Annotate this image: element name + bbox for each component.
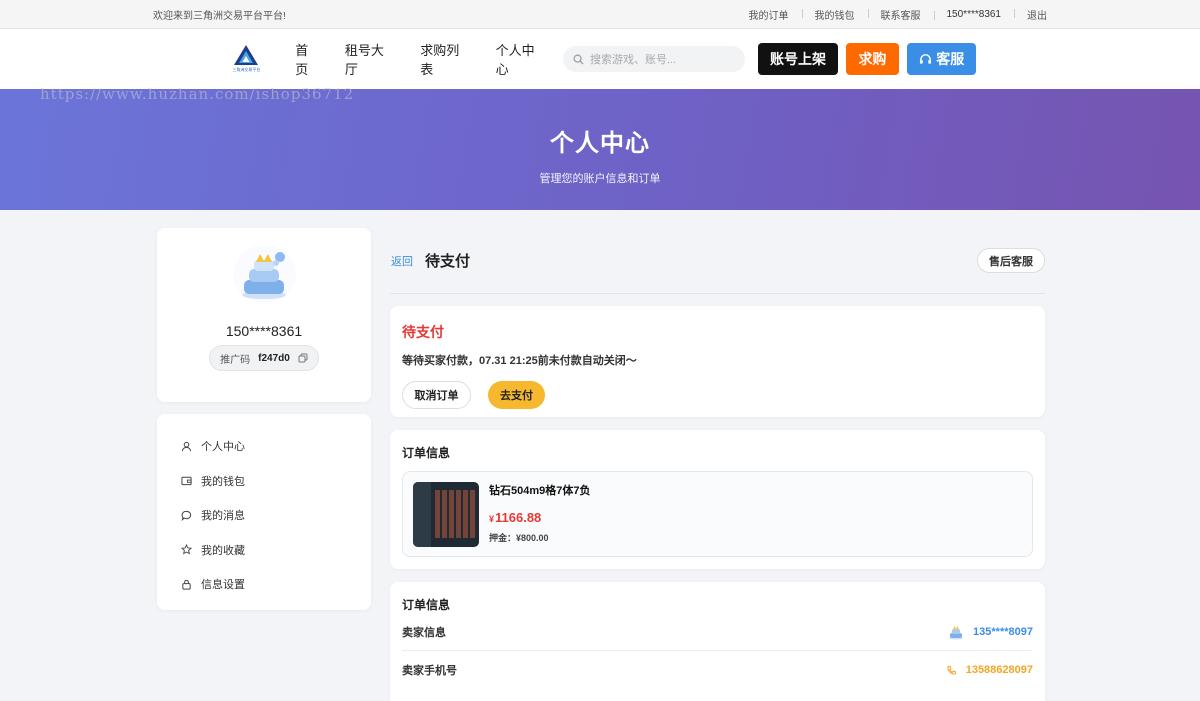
page-subtitle: 管理您的账户信息和订单 [539,173,661,185]
buy-request-button[interactable]: 求购 [845,43,900,75]
seller-phone: 13588628097 [965,664,1033,676]
user-icon [181,441,192,451]
copy-icon[interactable] [298,353,308,363]
phone-icon [947,665,956,674]
side-menu-label: 信息设置 [201,579,245,592]
seller-name: 135****8097 [973,625,1033,638]
order-header: 返回 待支付 售后客服 [390,228,1045,294]
topbar-link-wallet[interactable]: 我的钱包 [801,7,868,22]
main-nav: 三角洲交易平台 首页 租号大厅 求购列表 个人中心 搜索游戏、账号... 账号上… [0,29,1200,89]
star-icon [181,544,192,555]
nav-item-home[interactable]: 首页 [295,40,321,78]
seller-info-value[interactable]: 135****8097 [948,624,1033,640]
search-placeholder: 搜索游戏、账号... [589,54,677,66]
goods-info: 钻石504m9格7体7负 ¥1166.88 押金：¥800.00 [489,482,591,546]
goods-item[interactable]: 钻石504m9格7体7负 ¥1166.88 押金：¥800.00 [402,471,1033,557]
left-column: 150****8361 推广码 f247d0 个人中心 我的钱包 我的消息 我的… [157,228,371,701]
topbar-links: 我的订单 我的钱包 联系客服 150****8361 退出 [736,7,1047,22]
seller-info-row: 卖家信息 135****8097 [402,613,1033,651]
order-status-card: 待支付 等待买家付款，07.31 21:25前未付款自动关闭～ 取消订单 去支付 [390,306,1045,417]
goods-price: ¥1166.88 [489,510,591,525]
cancel-order-button[interactable]: 取消订单 [402,381,471,409]
message-icon [181,510,192,521]
nav-item-wanted-list[interactable]: 求购列表 [420,40,471,78]
side-menu-label: 我的收藏 [201,544,245,557]
currency-symbol: ¥ [489,514,495,524]
main-content: 150****8361 推广码 f247d0 个人中心 我的钱包 我的消息 我的… [157,228,1045,701]
order-goods-card: 订单信息 钻石504m9格7体7负 ¥1166.88 押金：¥800.00 [390,430,1045,569]
cake-avatar-icon [242,252,286,299]
search-input[interactable]: 搜索游戏、账号... [562,46,746,72]
pay-button[interactable]: 去支付 [488,381,545,409]
side-menu-item-personal-center[interactable]: 个人中心 [181,429,371,464]
logo-triangle-icon [234,45,259,65]
logo-text: 三角洲交易平台 [232,67,261,72]
side-menu-label: 我的钱包 [201,475,245,488]
seller-phone-value[interactable]: 13588628097 [946,664,1033,676]
headset-icon [920,53,932,64]
avatar[interactable] [232,245,296,303]
promo-code-badge: 推广码 f247d0 [209,345,319,371]
watermark-text: https://www.huzhan.com/ishop36712 [40,85,355,103]
list-account-button[interactable]: 账号上架 [758,43,838,75]
side-menu-item-wallet[interactable]: 我的钱包 [181,464,371,499]
topbar-link-orders[interactable]: 我的订单 [736,7,802,22]
right-column: 返回 待支付 售后客服 待支付 等待买家付款，07.31 21:25前未付款自动… [390,228,1045,701]
customer-service-label: 客服 [936,51,965,67]
profile-card: 150****8361 推广码 f247d0 [157,228,371,402]
side-menu-item-favorites[interactable]: 我的收藏 [181,533,371,568]
goods-thumbnail [413,482,479,547]
topbar-logout[interactable]: 退出 [1014,7,1047,22]
promo-label: 推广码 [220,354,251,366]
seller-phone-row: 卖家手机号 13588628097 [402,651,1033,689]
nav-menu: 首页 租号大厅 求购列表 个人中心 [295,40,547,78]
wallet-icon [181,477,192,486]
seller-avatar-icon [949,625,964,639]
row-label: 卖家手机号 [402,665,457,677]
topbar-link-contact[interactable]: 联系客服 [867,7,934,22]
goods-deposit: 押金：¥800.00 [489,533,549,543]
welcome-text: 欢迎来到三角洲交易平台平台! [153,11,286,22]
side-menu-label: 我的消息 [201,510,245,523]
topbar-user-phone[interactable]: 150****8361 [933,9,1015,20]
topbar: 欢迎来到三角洲交易平台平台! 我的订单 我的钱包 联系客服 150****836… [0,0,1200,29]
section-title: 订单信息 [402,598,451,612]
order-info-card: 订单信息 卖家信息 135****8097 卖家手机号 13588628097 [390,582,1045,701]
after-sales-button[interactable]: 售后客服 [977,248,1045,273]
order-status-desc: 等待买家付款，07.31 21:25前未付款自动关闭～ [402,355,637,367]
order-title: 待支付 [425,253,471,270]
side-menu-item-messages[interactable]: 我的消息 [181,498,371,533]
price-value: 1166.88 [495,510,542,525]
side-menu-item-settings[interactable]: 信息设置 [181,567,371,602]
goods-name: 钻石504m9格7体7负 [489,485,591,497]
order-actions: 取消订单 去支付 [402,381,1033,409]
back-link[interactable]: 返回 [391,253,413,269]
side-menu-label: 个人中心 [201,441,245,454]
nav-item-personal-center[interactable]: 个人中心 [496,40,547,78]
username: 150****8361 [225,323,303,339]
section-title: 订单信息 [402,446,451,460]
lock-icon [182,579,191,590]
side-menu: 个人中心 我的钱包 我的消息 我的收藏 信息设置 [157,414,371,610]
nav-item-rental-hall[interactable]: 租号大厅 [345,40,396,78]
row-label: 卖家信息 [402,626,446,639]
customer-service-button[interactable]: 客服 [907,43,977,75]
search-icon [573,54,584,65]
page-banner: 个人中心 管理您的账户信息和订单 [0,89,1200,210]
order-status: 待支付 [402,324,444,340]
promo-code: f247d0 [258,352,290,364]
site-logo[interactable]: 三角洲交易平台 [232,44,262,74]
